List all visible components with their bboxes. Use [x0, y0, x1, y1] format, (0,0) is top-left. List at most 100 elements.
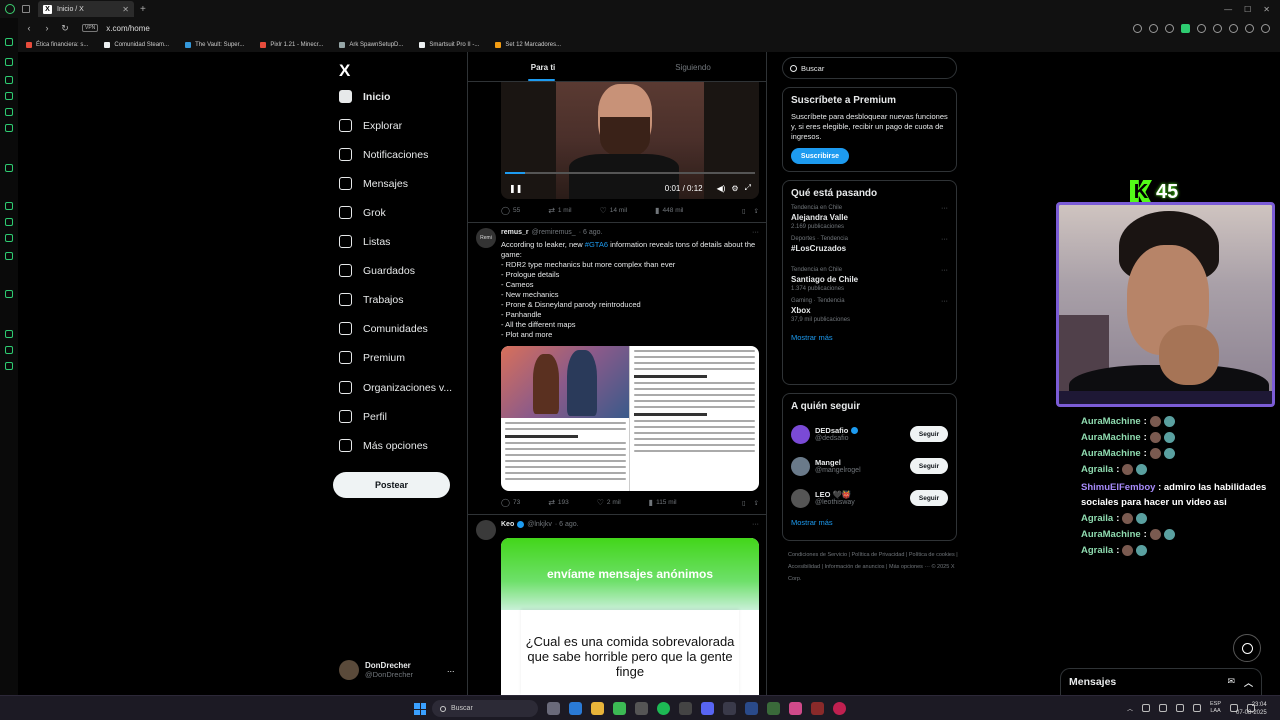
reply-button[interactable]: ◯ 73: [501, 498, 520, 507]
video-progress-bar[interactable]: [505, 172, 755, 174]
more-dots-icon[interactable]: ···: [752, 521, 759, 528]
pause-icon[interactable]: ❚❚: [509, 184, 522, 193]
tab-close-icon[interactable]: ✕: [122, 5, 129, 14]
nav-item-mensajes[interactable]: Mensajes: [339, 177, 408, 190]
follow-suggestion[interactable]: LEO 🖤👹 @leothisway Seguir: [791, 482, 948, 514]
spotify-icon[interactable]: [657, 702, 670, 715]
url-field[interactable]: x.com/home: [106, 24, 150, 33]
sidebar-app-icon[interactable]: [5, 346, 13, 354]
bookmark-item[interactable]: The Vault: Super...: [185, 42, 244, 48]
post-button[interactable]: Postear: [333, 472, 450, 498]
reply-button[interactable]: ◯ 55: [501, 206, 520, 215]
hashtag-link[interactable]: #GTA6: [585, 240, 608, 249]
sidebar-app-icon[interactable]: [5, 76, 13, 84]
chevron-up-icon[interactable]: ︿: [1244, 676, 1253, 689]
sidebar-app-icon[interactable]: [5, 202, 13, 210]
bookmark-icon[interactable]: ▯: [742, 499, 746, 507]
chat-username[interactable]: AuraMachine: [1081, 432, 1141, 443]
tray-icon[interactable]: [1176, 704, 1185, 712]
tray-icon[interactable]: [1159, 704, 1168, 712]
show-more-trends-link[interactable]: Mostrar más: [791, 333, 948, 342]
follow-button[interactable]: Seguir: [910, 458, 948, 474]
maximize-icon[interactable]: ☐: [1244, 5, 1251, 14]
nav-item-organizaciones-v[interactable]: Organizaciones v...: [339, 381, 452, 394]
follow-suggestion[interactable]: Mangel @mangelrogel Seguir: [791, 450, 948, 482]
video-player[interactable]: ❚❚ 0:01 / 0:12 ◀) ⚙ ⤢: [501, 82, 759, 199]
nav-item-premium[interactable]: Premium: [339, 351, 405, 364]
nav-item-listas[interactable]: Listas: [339, 235, 390, 248]
reload-icon[interactable]: ↻: [58, 23, 72, 34]
avatar[interactable]: [476, 520, 496, 540]
tweet-image[interactable]: [501, 346, 759, 491]
sidebar-app-icon[interactable]: [5, 290, 13, 298]
sidebar-app-icon[interactable]: [5, 164, 13, 172]
x-logo-icon[interactable]: X: [339, 61, 350, 81]
extension-icon[interactable]: [1133, 23, 1142, 33]
tab-x-home[interactable]: X Inicio / X ✕: [38, 1, 134, 17]
sidebar-app-icon[interactable]: [5, 252, 13, 260]
bookmark-icon[interactable]: ▯: [742, 207, 746, 215]
extension-icon[interactable]: [1213, 23, 1222, 33]
extension-icon[interactable]: [1165, 23, 1174, 33]
bookmark-item[interactable]: Smartsuit Pro II -...: [419, 42, 479, 48]
taskbar-clock[interactable]: 23:04 07-08-2025: [1236, 701, 1267, 717]
nav-item-grok[interactable]: Grok: [339, 206, 386, 219]
minimize-icon[interactable]: —: [1224, 5, 1232, 14]
tweet-author-name[interactable]: Keo: [501, 521, 514, 528]
more-dots-icon[interactable]: ...: [447, 664, 455, 674]
tab-para-ti[interactable]: Para ti: [468, 52, 618, 81]
bookmark-item[interactable]: Pixlr 1.21 - Minecr...: [260, 42, 323, 48]
share-icon[interactable]: ⇪: [754, 207, 759, 215]
like-button[interactable]: ♡ 2 mil: [597, 498, 621, 507]
steam-icon[interactable]: [723, 702, 736, 715]
sidebar-app-icon[interactable]: [5, 330, 13, 338]
nav-item-notificaciones[interactable]: Notificaciones: [339, 148, 428, 161]
profile-icon[interactable]: [1245, 23, 1254, 33]
sidebar-app-icon[interactable]: [5, 108, 13, 116]
nav-item-perfil[interactable]: Perfil: [339, 410, 387, 423]
tray-icon[interactable]: [1193, 704, 1202, 712]
bookmark-item[interactable]: Comunidad Steam...: [104, 42, 169, 48]
chat-username[interactable]: Agraila: [1081, 545, 1113, 556]
close-window-icon[interactable]: ✕: [1263, 5, 1270, 14]
app-icon[interactable]: [767, 702, 780, 715]
app-icon[interactable]: [569, 702, 582, 715]
tweet-author-handle[interactable]: @remiremus_: [532, 229, 576, 236]
sidebar-app-icon[interactable]: [5, 234, 13, 242]
settings-gear-icon[interactable]: ⚙: [731, 184, 738, 193]
menu-icon[interactable]: [1261, 23, 1270, 33]
tweet-author-name[interactable]: remus_r: [501, 229, 529, 236]
tray-chevron-icon[interactable]: ︿: [1127, 704, 1133, 713]
opera-gx-logo-icon[interactable]: [5, 4, 15, 14]
sidebar-app-icon[interactable]: [5, 92, 13, 100]
forward-icon[interactable]: ›: [40, 23, 54, 33]
nav-item-guardados[interactable]: Guardados: [339, 264, 415, 277]
trend-item[interactable]: Gaming · Tendencia Xbox 37,9 mil publicaci…: [791, 298, 948, 329]
nav-item-trabajos[interactable]: Trabajos: [339, 293, 403, 306]
bookmark-item[interactable]: Ark SpawnSetupD...: [339, 42, 403, 48]
sidebar-app-icon[interactable]: [5, 58, 13, 66]
repost-button[interactable]: ⇄ 193: [548, 498, 569, 507]
footer-links[interactable]: Condiciones de Servicio | Política de Pr…: [788, 549, 958, 585]
tab-siguiendo[interactable]: Siguiendo: [618, 52, 766, 81]
views-button[interactable]: ▮ 448 mil: [655, 206, 683, 215]
avatar[interactable]: Remi: [476, 228, 496, 248]
chat-username[interactable]: AuraMachine: [1081, 529, 1141, 540]
trend-item[interactable]: Tendencia en Chile Alejandra Valle 2.169 p…: [791, 205, 948, 236]
discord-icon[interactable]: [701, 702, 714, 715]
follow-suggestion[interactable]: DEDsafio @dedsafio Seguir: [791, 418, 948, 450]
windows-start-icon[interactable]: [414, 703, 426, 715]
chat-username[interactable]: AuraMachine: [1081, 448, 1141, 459]
tweet-image[interactable]: envíame mensajes anónimos ¿Cual es una c…: [501, 538, 759, 695]
more-dots-icon[interactable]: ···: [941, 298, 948, 305]
extension-icon[interactable]: [1149, 23, 1158, 33]
app-icon[interactable]: [789, 702, 802, 715]
chat-username[interactable]: ShimuElFemboy: [1081, 482, 1155, 493]
nav-item-explorar[interactable]: Explorar: [339, 119, 402, 132]
new-message-icon[interactable]: ✉: [1227, 676, 1235, 689]
grok-button[interactable]: [1233, 634, 1261, 662]
app-icon[interactable]: [811, 702, 824, 715]
views-button[interactable]: ▮ 115 mil: [649, 498, 677, 507]
task-view-icon[interactable]: [547, 702, 560, 715]
vpn-badge[interactable]: VPN: [82, 24, 99, 32]
